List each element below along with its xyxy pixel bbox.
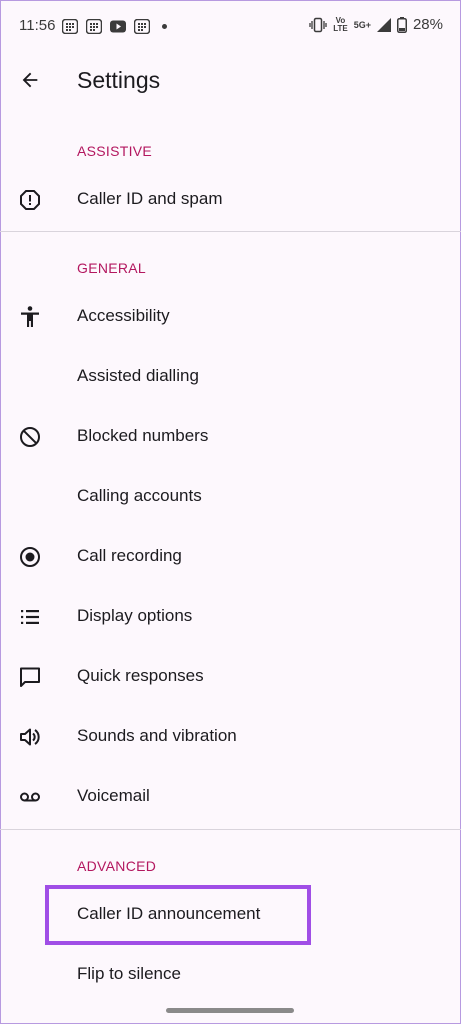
accessibility-icon: [18, 305, 42, 329]
settings-item-caller-id-announcement[interactable]: Caller ID announcement: [0, 885, 461, 945]
settings-item-sounds-and-vibration[interactable]: Sounds and vibration: [0, 707, 461, 767]
vibrate-icon: [309, 17, 327, 32]
settings-item-quick-responses[interactable]: Quick responses: [0, 647, 461, 707]
signal-icon: [376, 17, 391, 32]
settings-item-label: Sounds and vibration: [77, 726, 237, 745]
block-icon: [18, 425, 42, 449]
settings-item-blocked-numbers[interactable]: Blocked numbers: [0, 407, 461, 467]
settings-item-label: Quick responses: [77, 666, 204, 685]
record-icon: [18, 545, 42, 569]
network-label-bottom: LTE: [333, 23, 348, 33]
settings-item-flip-to-silence[interactable]: Flip to silence: [0, 945, 461, 1005]
settings-item-label: Accessibility: [77, 306, 170, 325]
list-icon: [18, 605, 42, 629]
settings-item-label: Voicemail: [77, 786, 150, 805]
youtube-icon: [110, 20, 126, 33]
settings-item-label: Caller ID announcement: [77, 904, 261, 923]
settings-item-label: Calling accounts: [77, 486, 202, 505]
network-type: 5G+: [353, 19, 371, 30]
chat-bubble-icon: [18, 665, 42, 689]
app-grid-icon: [62, 19, 78, 34]
settings-item-assisted-dialling[interactable]: Assisted dialling: [0, 347, 461, 407]
settings-item-label: Flip to silence: [77, 964, 181, 983]
settings-item-caller-id-and-spam[interactable]: Caller ID and spam: [0, 170, 461, 230]
app-grid-icon: [134, 19, 150, 34]
settings-item-label: Call recording: [77, 546, 182, 565]
settings-item-accessibility[interactable]: Accessibility: [0, 287, 461, 347]
status-right: Vo LTE 5G+ 28%: [309, 16, 443, 33]
app-bar: Settings: [0, 54, 461, 106]
arrow-back-icon[interactable]: [19, 69, 41, 91]
network-label: Vo LTE: [333, 16, 348, 33]
voicemail-icon: [18, 785, 42, 809]
back-button[interactable]: [14, 64, 46, 96]
settings-item-call-recording[interactable]: Call recording: [0, 527, 461, 587]
settings-item-voicemail[interactable]: Voicemail: [0, 767, 461, 827]
section-header-advanced: ADVANCED: [77, 858, 157, 874]
notification-icons: [62, 19, 167, 34]
section-header-assistive: ASSISTIVE: [77, 143, 153, 159]
section-header-general: GENERAL: [77, 260, 147, 276]
gesture-nav-handle[interactable]: [166, 1008, 294, 1013]
section-divider: [0, 231, 461, 232]
settings-item-display-options[interactable]: Display options: [0, 587, 461, 647]
settings-item-label: Blocked numbers: [77, 426, 209, 445]
status-time: 11:56: [19, 17, 56, 34]
settings-item-label: Display options: [77, 606, 193, 625]
alert-octagon-icon: [18, 188, 42, 212]
battery-icon: [396, 16, 407, 33]
settings-item-calling-accounts[interactable]: Calling accounts: [0, 467, 461, 527]
more-notifications-dot: [162, 24, 167, 29]
page-title: Settings: [77, 67, 161, 93]
app-grid-icon: [86, 19, 102, 34]
status-bar: 11:56 Vo LTE 5G+ 28%: [0, 0, 461, 54]
volume-icon: [18, 725, 42, 749]
settings-item-label: Assisted dialling: [77, 366, 199, 385]
section-divider: [0, 829, 461, 830]
settings-item-label: Caller ID and spam: [77, 189, 223, 208]
battery-level: 28%: [412, 16, 443, 33]
